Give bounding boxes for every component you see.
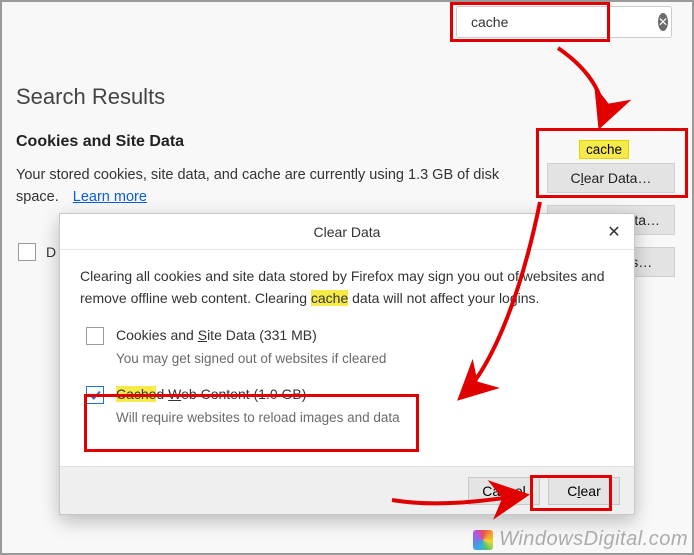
- search-match-tooltip: cache: [579, 140, 629, 159]
- section-title-cookies: Cookies and Site Data: [16, 133, 184, 151]
- close-icon[interactable]: ✕: [602, 220, 626, 244]
- checkbox-icon[interactable]: [86, 386, 104, 404]
- clear-data-dialog: Clear Data ✕ Clearing all cookies and si…: [59, 213, 635, 515]
- section-description: Your stored cookies, site data, and cach…: [16, 164, 516, 209]
- search-input-wrap[interactable]: ✕: [456, 6, 672, 38]
- dialog-titlebar: Clear Data ✕: [60, 214, 634, 250]
- learn-more-link[interactable]: Learn more: [73, 189, 147, 205]
- search-input[interactable]: [471, 14, 652, 30]
- checkbox-label: D: [46, 244, 56, 260]
- checkbox-icon[interactable]: [86, 327, 104, 345]
- watermark-logo-icon: [473, 530, 493, 550]
- search-results-heading: Search Results: [16, 84, 165, 110]
- checkbox-icon[interactable]: [18, 243, 36, 261]
- dialog-title: Clear Data: [314, 224, 381, 240]
- option-cached-web-content[interactable]: Cached Web Content (1.0 GB) Will require…: [80, 374, 614, 433]
- option-label: Cookies and Site Data (331 MB): [116, 327, 317, 343]
- option-cookies-sitedata[interactable]: Cookies and Site Data (331 MB) You may g…: [80, 315, 614, 374]
- option-sublabel: You may get signed out of websites if cl…: [116, 349, 386, 370]
- option-sublabel: Will require websites to reload images a…: [116, 408, 400, 429]
- clear-search-icon[interactable]: ✕: [658, 13, 668, 31]
- watermark: WindowsDigital.com: [473, 528, 688, 551]
- cancel-button[interactable]: Cancel: [468, 477, 540, 505]
- clear-button[interactable]: Clear: [548, 477, 620, 505]
- dialog-footer: Cancel Clear: [60, 466, 634, 514]
- clear-data-button[interactable]: Clear Data…: [547, 163, 675, 193]
- dialog-description: Clearing all cookies and site data store…: [80, 266, 614, 309]
- delete-on-close-checkbox[interactable]: D: [18, 243, 56, 261]
- option-label: Cached Web Content (1.0 GB): [116, 386, 306, 402]
